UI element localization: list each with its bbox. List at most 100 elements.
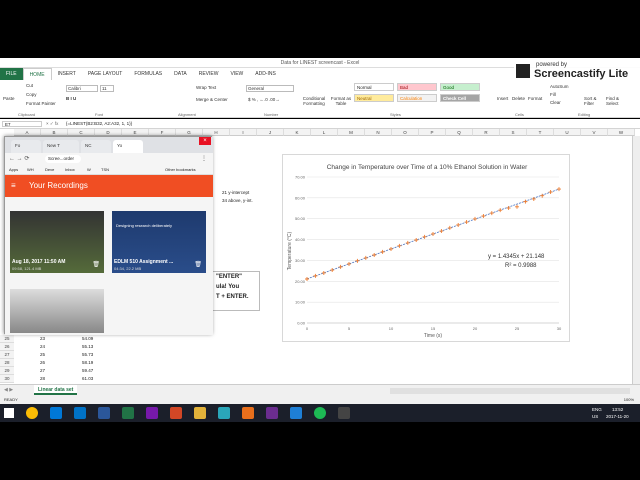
chrome-tab[interactable]: NC (81, 140, 111, 153)
clear-button[interactable]: Clear (550, 100, 561, 105)
sheet-tab-active[interactable]: Linear data set (34, 385, 78, 395)
column-header[interactable]: B (41, 129, 68, 136)
bookmark[interactable]: Inbox (65, 167, 75, 172)
merge-center-button[interactable]: Merge & Center (196, 97, 228, 102)
number-format-buttons[interactable]: $ % , ←.0 .00→ (248, 97, 280, 102)
cell-b[interactable]: 55.13 (82, 343, 93, 351)
word-icon[interactable] (98, 407, 110, 419)
ie-icon[interactable] (50, 407, 62, 419)
recording-card[interactable]: Aug 18, 2017 11:50 AM 09:58, 121.4 MB 🗑 (10, 211, 104, 273)
sheet-nav-icon[interactable]: ◀ ▶ (4, 387, 13, 393)
formula-input[interactable]: {=LINEST(B2:B32, A2:A32, 1, 1)} (66, 121, 132, 126)
name-box[interactable]: E7 (2, 121, 42, 127)
cell-b[interactable]: 54.09 (82, 335, 93, 343)
find-select-button[interactable]: Find & Select (606, 96, 628, 106)
format-as-table-button[interactable]: Format as Table (329, 96, 353, 106)
column-header[interactable]: W (608, 129, 635, 136)
bookmark[interactable]: W (87, 167, 91, 172)
number-format-select[interactable]: General (246, 85, 294, 92)
column-header[interactable]: O (392, 129, 419, 136)
trash-icon[interactable]: 🗑 (92, 261, 100, 268)
tab-data[interactable]: DATA (168, 68, 193, 80)
tab-add-ins[interactable]: ADD-INS (249, 68, 282, 80)
column-header[interactable]: A (14, 129, 41, 136)
file-explorer-icon[interactable] (194, 407, 206, 419)
spotify-icon[interactable] (314, 407, 326, 419)
tab-review[interactable]: REVIEW (193, 68, 225, 80)
clock-date[interactable]: 2017-11-20 (606, 414, 629, 419)
app-icon[interactable] (218, 407, 230, 419)
cell-a[interactable]: 26 (40, 359, 45, 367)
cell-b[interactable]: 58.19 (82, 359, 93, 367)
style-neutral[interactable]: Neutral (354, 94, 394, 102)
cell-b[interactable]: 59.47 (82, 367, 93, 375)
fill-button[interactable]: Fill (550, 92, 556, 97)
horizontal-scrollbar[interactable] (390, 388, 630, 394)
windows-start-icon[interactable] (4, 408, 14, 418)
column-header[interactable]: V (581, 129, 608, 136)
cut-button[interactable]: Cut (26, 83, 33, 88)
paste-button[interactable]: Paste (3, 96, 15, 101)
column-header[interactable]: R (473, 129, 500, 136)
hamburger-icon[interactable]: ≡ (11, 181, 16, 190)
cell-b[interactable]: 55.73 (82, 351, 93, 359)
tab-file[interactable]: FILE (0, 68, 23, 80)
row-header[interactable]: 29 (0, 367, 14, 375)
style-good[interactable]: Good (440, 83, 480, 91)
scatter-chart[interactable]: Change in Temperature over Time of a 10%… (282, 154, 570, 342)
sort-filter-button[interactable]: Sort & Filter (584, 96, 606, 106)
cell-a[interactable]: 27 (40, 367, 45, 375)
column-header[interactable]: C (68, 129, 95, 136)
address-bar[interactable]: Scree...order (45, 155, 81, 163)
column-header[interactable]: N (365, 129, 392, 136)
app-icon[interactable] (338, 407, 350, 419)
chrome-tab[interactable]: Fo (11, 140, 41, 153)
row-header[interactable]: 28 (0, 359, 14, 367)
row-header[interactable]: 27 (0, 351, 14, 359)
tab-formulas[interactable]: FORMULAS (128, 68, 168, 80)
cell-b[interactable]: 61.03 (82, 375, 93, 383)
style-check-cell[interactable]: Check Cell (440, 94, 480, 102)
chrome-tab[interactable]: New T (43, 140, 79, 153)
column-header[interactable]: E (122, 129, 149, 136)
copy-button[interactable]: Copy (26, 92, 37, 97)
tab-insert[interactable]: INSERT (52, 68, 82, 80)
column-header[interactable]: J (257, 129, 284, 136)
style-bad[interactable]: Bad (397, 83, 437, 91)
font-select[interactable]: Calibri (66, 85, 98, 92)
excel-icon[interactable] (122, 407, 134, 419)
conditional-formatting-button[interactable]: Conditional Formatting (300, 96, 328, 106)
font-size-select[interactable]: 11 (100, 85, 114, 92)
bold-button[interactable]: B I U (66, 96, 76, 101)
recording-card[interactable] (10, 289, 104, 333)
text-box[interactable]: "ENTER" ula! You T + ENTER. (212, 271, 260, 311)
column-header[interactable]: S (500, 129, 527, 136)
clock-time[interactable]: 13:52 (612, 407, 623, 412)
bookmark[interactable]: WH (27, 167, 34, 172)
tab-home[interactable]: HOME (22, 68, 52, 80)
style-normal[interactable]: Normal (354, 83, 394, 91)
column-header[interactable]: M (338, 129, 365, 136)
back-forward-icon[interactable]: ← → ⟳ (9, 155, 29, 162)
column-header[interactable]: F (149, 129, 176, 136)
tab-page-layout[interactable]: PAGE LAYOUT (82, 68, 129, 80)
wrap-text-button[interactable]: Wrap Text (196, 85, 216, 90)
bookmark[interactable]: Apps (9, 167, 18, 172)
insert-cells-button[interactable]: Insert (497, 96, 508, 101)
format-painter-button[interactable]: Format Painter (26, 101, 56, 106)
bookmark[interactable]: Other bookmarks (165, 167, 196, 172)
recording-card[interactable]: Designing research deliberately EDLM 510… (112, 211, 206, 273)
autosum-button[interactable]: AutoSum (550, 84, 569, 89)
format-cells-button[interactable]: Format (528, 96, 542, 101)
input-region[interactable]: US (592, 414, 598, 419)
column-header[interactable]: T (527, 129, 554, 136)
chrome-menu-icon[interactable]: ⋮ (201, 155, 207, 162)
trash-icon[interactable]: 🗑 (194, 261, 202, 268)
app-icon[interactable] (242, 407, 254, 419)
row-header[interactable]: 26 (0, 343, 14, 351)
onenote-icon[interactable] (146, 407, 158, 419)
powerpoint-icon[interactable] (170, 407, 182, 419)
column-header[interactable]: Q (446, 129, 473, 136)
cell-a[interactable]: 23 (40, 335, 45, 343)
row-header[interactable]: 30 (0, 375, 14, 383)
